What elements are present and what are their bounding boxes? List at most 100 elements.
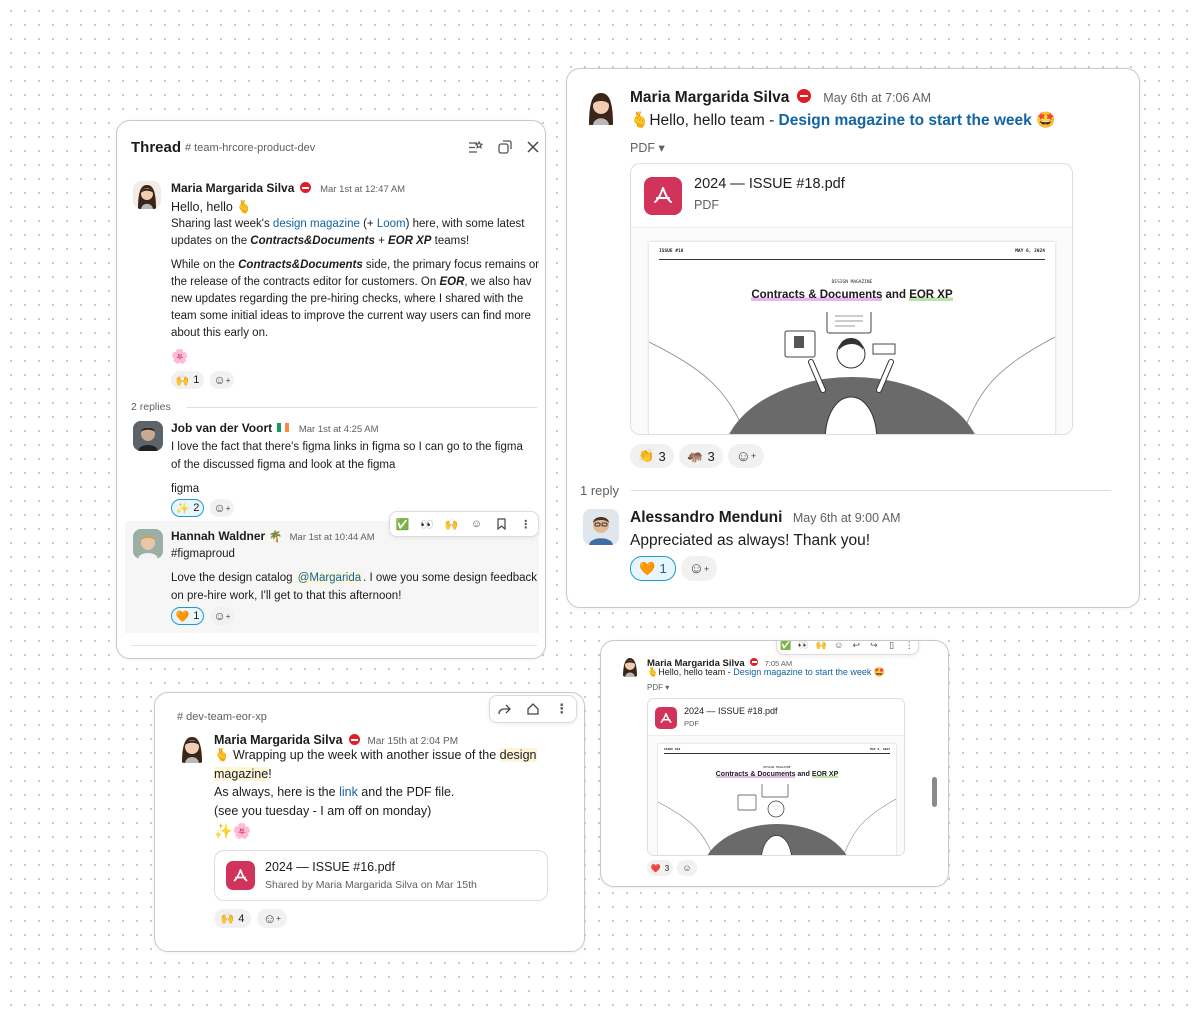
file-attachment-card[interactable]: 2024 — ISSUE #18.pdf PDF ISSUE #18 MAY 6… <box>630 163 1073 435</box>
share-icon[interactable] <box>490 696 519 722</box>
replies-count[interactable]: 1 reply <box>580 483 619 498</box>
no-entry-icon <box>299 182 311 193</box>
author-name[interactable]: Job van der Voort <box>171 421 272 435</box>
reaction-raised-hands[interactable]: 🙌 1 <box>171 371 204 389</box>
reaction-clap[interactable]: 👏 3 <box>630 444 674 468</box>
avatar[interactable] <box>133 421 163 451</box>
no-entry-icon <box>348 734 360 745</box>
design-magazine-link[interactable]: design magazine <box>273 218 360 230</box>
add-reaction-icon[interactable]: ☺ + <box>210 371 234 389</box>
reaction-raised-hands[interactable]: 🙌 4 <box>214 909 251 928</box>
magazine-title: Contracts & Documents and EOR XP <box>715 771 839 778</box>
more-icon[interactable]: ⋮ <box>513 512 538 536</box>
thread-channel[interactable]: # team-hrcore-product-dev <box>185 142 315 154</box>
add-reaction-icon[interactable]: ☺ <box>464 512 489 536</box>
flower-emoji: 🌸 <box>171 348 189 364</box>
file-name[interactable]: 2024 — ISSUE #18.pdf <box>694 176 845 192</box>
add-reaction-icon[interactable]: ☺ + <box>210 607 234 625</box>
message-body: Appreciated as always! Thank you! <box>630 532 871 549</box>
design-magazine-link[interactable]: Design magazine to start the week <box>733 667 871 677</box>
reply-icon[interactable]: ↩ <box>848 641 866 654</box>
issue-label: ISSUE #18 <box>664 747 681 751</box>
loom-link[interactable]: Loom <box>377 218 406 230</box>
reaction-sparkles[interactable]: ✨ 2 <box>171 499 204 517</box>
reaction-hippo[interactable]: 🦛 3 <box>679 444 723 468</box>
avatar[interactable] <box>619 655 641 677</box>
avatar[interactable] <box>133 181 161 209</box>
share-icon[interactable]: ↪ <box>865 641 883 654</box>
channel-name[interactable]: # dev-team-eor-xp <box>177 711 267 723</box>
magazine-kicker: DESIGN MAGAZINE <box>763 765 791 769</box>
timestamp[interactable]: Mar 1st at 4:25 AM <box>299 424 379 435</box>
hand-emoji: 🫰 <box>236 200 252 214</box>
file-attachment-card[interactable]: 2024 — ISSUE #18.pdf PDF ISSUE #18 MAY 6… <box>647 698 905 856</box>
design-magazine-link[interactable]: Design magazine to start the week <box>779 112 1032 129</box>
home-icon[interactable] <box>519 696 548 722</box>
file-shared-by: Shared by Maria Margarida Silva on Mar 1… <box>265 879 477 891</box>
timestamp[interactable]: Mar 1st at 12:47 AM <box>320 184 405 195</box>
user-mention[interactable]: @Margarida <box>295 572 364 584</box>
file-name[interactable]: 2024 — ISSUE #18.pdf <box>684 706 778 716</box>
flag-ireland-icon <box>277 423 290 432</box>
author-name[interactable]: Alessandro Menduni <box>630 509 782 526</box>
message-actions-toolbar: ✅ 👀 🙌 ☺ ⋮ <box>389 511 539 537</box>
add-reaction-icon[interactable]: ☺ + <box>681 556 717 581</box>
file-name[interactable]: 2024 — ISSUE #16.pdf <box>265 860 395 874</box>
pdf-toggle[interactable]: PDF ▾ <box>647 683 669 692</box>
avatar[interactable] <box>583 89 619 125</box>
no-entry-icon <box>796 89 811 103</box>
author-name[interactable]: Hannah Waldner <box>171 529 265 543</box>
close-icon[interactable] <box>525 139 541 155</box>
replies-divider <box>631 490 1111 491</box>
add-reaction-icon[interactable]: ☺ <box>830 641 848 654</box>
issue-date: MAY 6, 2024 <box>1015 249 1045 254</box>
thread-title: Thread <box>131 139 182 156</box>
timestamp[interactable]: Mar 1st at 10:44 AM <box>290 532 375 543</box>
star-struck-emoji: 🤩 <box>873 667 886 677</box>
main-message-panel: Maria Margarida Silva May 6th at 7:06 AM… <box>566 68 1140 608</box>
add-reaction-icon[interactable]: ☺ <box>677 860 697 876</box>
issue-date: MAY 6, 2024 <box>870 747 890 751</box>
reaction-orange-heart[interactable]: 🧡 1 <box>171 607 204 625</box>
author-name[interactable]: Maria Margarida Silva <box>171 181 294 195</box>
magazine-link[interactable]: link <box>339 785 358 799</box>
file-attachment-card[interactable]: 2024 — ISSUE #16.pdf Shared by Maria Mar… <box>214 850 548 901</box>
popout-icon[interactable] <box>497 139 513 155</box>
react-check-button[interactable]: ✅ <box>777 641 795 654</box>
bookmark-icon[interactable]: ▯ <box>883 641 901 654</box>
hand-emoji: 🫰 <box>214 748 230 762</box>
pdf-preview[interactable]: ISSUE #18 MAY 6, 2024 DESIGN MAGAZINE Co… <box>648 735 904 855</box>
bookmark-icon[interactable] <box>489 512 514 536</box>
react-eyes-button[interactable]: 👀 <box>795 641 813 654</box>
add-reaction-icon[interactable]: ☺ + <box>728 444 764 468</box>
scrollbar-thumb[interactable] <box>932 777 937 807</box>
reaction-orange-heart[interactable]: 🧡 1 <box>630 556 676 581</box>
reaction-heart[interactable]: ❤️ 3 <box>647 860 673 876</box>
react-raised-hands-button[interactable]: 🙌 <box>812 641 830 654</box>
replies-count[interactable]: 2 replies <box>131 401 171 413</box>
avatar[interactable] <box>583 509 619 545</box>
add-reaction-icon[interactable]: ☺ + <box>210 499 234 517</box>
pdf-preview[interactable]: ISSUE #18 MAY 6, 2024 DESIGN MAGAZINE Co… <box>631 227 1072 434</box>
star-struck-emoji: 🤩 <box>1036 112 1056 129</box>
avatar[interactable] <box>177 733 207 763</box>
pdf-toggle[interactable]: PDF ▾ <box>630 140 665 155</box>
thread-panel: Thread # team-hrcore-product-dev Maria M… <box>116 120 546 659</box>
react-eyes-button[interactable]: 👀 <box>415 512 440 536</box>
add-reaction-icon[interactable]: ☺ + <box>257 909 287 928</box>
react-raised-hands-button[interactable]: 🙌 <box>439 512 464 536</box>
message-body: 🫰 Wrapping up the week with another issu… <box>214 748 537 840</box>
composer-top-border <box>131 645 537 646</box>
magazine-illustration <box>658 784 896 855</box>
author-name[interactable]: Maria Margarida Silva <box>214 733 343 747</box>
more-icon[interactable]: ⋮ <box>547 696 576 722</box>
timestamp[interactable]: May 6th at 9:00 AM <box>793 511 901 525</box>
avatar[interactable] <box>133 529 163 559</box>
issue-label: ISSUE #18 <box>659 249 684 254</box>
list-settings-icon[interactable] <box>467 139 483 155</box>
timestamp[interactable]: May 6th at 7:06 AM <box>823 91 931 105</box>
more-icon[interactable]: ⋮ <box>900 641 918 654</box>
file-type: PDF <box>684 719 699 728</box>
react-check-button[interactable]: ✅ <box>390 512 415 536</box>
author-name[interactable]: Maria Margarida Silva <box>630 89 789 106</box>
